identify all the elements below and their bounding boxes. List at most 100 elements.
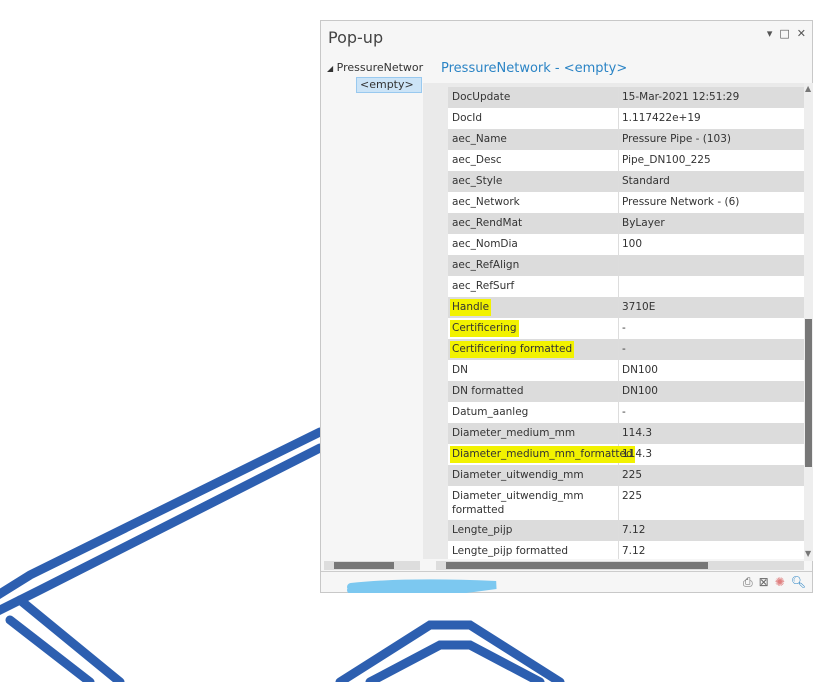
field-name: Handle — [448, 297, 619, 318]
field-label: aec_RendMat — [452, 217, 523, 229]
field-label: Diameter_uitwendig_mm formatted — [452, 490, 584, 516]
close-icon[interactable]: ✕ — [797, 27, 806, 40]
field-name: aec_RendMat — [448, 213, 619, 234]
table-row[interactable]: Lengte_pijp 7.12 — [448, 520, 804, 541]
dropdown-icon[interactable]: ▾ — [767, 27, 773, 40]
field-value: - — [622, 343, 626, 355]
field-name: Certificering formatted — [448, 339, 619, 360]
zoom-to-icon[interactable]: 🔍︎ — [791, 575, 806, 590]
table-row[interactable]: Diameter_uitwendig_mm formatted 225 — [448, 486, 804, 520]
table-row[interactable]: DN DN100 — [448, 360, 804, 381]
field-name: aec_Style — [448, 171, 619, 192]
field-label: Diameter_medium_mm — [452, 427, 576, 439]
field-value: DN100 — [622, 364, 658, 376]
feature-tree: ◢ PressureNetwor <empty> — [321, 57, 423, 557]
field-value: 7.12 — [622, 524, 646, 536]
table-row[interactable]: Handle 3710E — [448, 297, 804, 318]
field-value — [619, 255, 804, 276]
field-name: Diameter_medium_mm — [448, 423, 619, 444]
field-value: - — [622, 322, 626, 334]
field-label: aec_Name — [452, 133, 507, 145]
field-label: Diameter_medium_mm_formatted — [450, 446, 635, 463]
field-value: ByLayer — [622, 217, 665, 229]
tree-horizontal-scrollbar[interactable] — [324, 561, 420, 570]
field-label: aec_Desc — [452, 154, 502, 166]
field-name: aec_Desc — [448, 150, 619, 171]
field-value — [619, 276, 804, 297]
table-row[interactable]: aec_Network Pressure Network - (6) — [448, 192, 804, 213]
scroll-up-icon[interactable]: ▲ — [805, 84, 811, 93]
field-value: DN100 — [622, 385, 658, 397]
tree-scroll-thumb[interactable] — [334, 562, 394, 569]
field-value: 7.12 — [622, 545, 646, 557]
table-row[interactable]: DocUpdate 15-Mar-2021 12:51:29 — [448, 87, 804, 108]
field-label: aec_RefAlign — [452, 259, 520, 271]
popup-window: Pop-up ▾ □ ✕ ◢ PressureNetwor <empty> Pr… — [320, 20, 813, 593]
field-value: 225 — [622, 490, 643, 502]
horizontal-scroll-thumb[interactable] — [446, 562, 708, 569]
field-name: Lengte_pijp formatted — [448, 541, 619, 559]
field-label: DN — [452, 364, 468, 376]
tree-node-empty[interactable]: <empty> — [356, 77, 422, 93]
table-row[interactable]: Diameter_uitwendig_mm 225 — [448, 465, 804, 486]
field-name: DocId — [448, 108, 619, 129]
maximize-icon[interactable]: □ — [779, 27, 789, 40]
field-name: Diameter_uitwendig_mm — [448, 465, 619, 486]
field-label: Handle — [450, 299, 492, 316]
flash-icon[interactable]: ✺ — [775, 575, 785, 590]
table-row[interactable]: DocId 1.117422e+19 — [448, 108, 804, 129]
field-label: aec_Style — [452, 175, 503, 187]
table-row[interactable]: Lengte_pijp formatted 7.12 — [448, 541, 804, 559]
field-name: DocUpdate — [448, 87, 619, 108]
table-row[interactable]: Certificering formatted - — [448, 339, 804, 360]
table-row[interactable]: Certificering - — [448, 318, 804, 339]
field-label: aec_NomDia — [452, 238, 518, 250]
field-value: - — [622, 406, 626, 418]
field-value: 114.3 — [622, 427, 653, 439]
table-row[interactable]: Datum_aanleg - — [448, 402, 804, 423]
vertical-scrollbar[interactable]: ▲ ▼ — [804, 83, 813, 561]
field-name: DN — [448, 360, 619, 381]
field-name: Lengte_pijp — [448, 520, 619, 541]
table-row[interactable]: aec_Desc Pipe_DN100_225 — [448, 150, 804, 171]
table-row[interactable]: aec_Style Standard — [448, 171, 804, 192]
table-row[interactable]: DN formatted DN100 — [448, 381, 804, 402]
field-name: aec_Name — [448, 129, 619, 150]
table-row[interactable]: aec_RefAlign — [448, 255, 804, 276]
field-label: Lengte_pijp formatted — [452, 545, 569, 557]
field-value: Pressure Pipe - (103) — [622, 133, 732, 145]
filter-icon[interactable]: ⊠ — [759, 575, 769, 590]
table-row[interactable]: aec_Name Pressure Pipe - (103) — [448, 129, 804, 150]
redaction-scribble — [347, 579, 497, 593]
horizontal-scrollbar[interactable] — [436, 561, 804, 570]
field-name: aec_Network — [448, 192, 619, 213]
field-value: 1.117422e+19 — [622, 112, 701, 124]
field-label: Lengte_pijp — [452, 524, 513, 536]
vertical-scroll-thumb[interactable] — [805, 319, 812, 467]
field-name: Diameter_uitwendig_mm formatted — [448, 486, 619, 520]
field-label: DocUpdate — [452, 91, 511, 103]
field-name: aec_RefSurf — [448, 276, 619, 297]
scroll-down-icon[interactable]: ▼ — [805, 549, 811, 558]
field-name: aec_RefAlign — [448, 255, 619, 276]
table-row[interactable]: Diameter_medium_mm_formatted 114.3 — [448, 444, 804, 465]
print-icon[interactable]: ⎙ — [743, 575, 753, 590]
field-label: Datum_aanleg — [452, 406, 529, 418]
field-value: 15-Mar-2021 12:51:29 — [622, 91, 740, 103]
field-name: aec_NomDia — [448, 234, 619, 255]
tree-node-pressure-network[interactable]: ◢ PressureNetwor — [327, 61, 423, 74]
window-title: Pop-up — [328, 28, 384, 47]
collapse-icon[interactable]: ◢ — [327, 64, 333, 73]
field-label: DocId — [452, 112, 483, 124]
table-row[interactable]: Diameter_medium_mm 114.3 — [448, 423, 804, 444]
popup-footer: ⎙ ⊠ ✺ 🔍︎ — [321, 571, 812, 594]
field-value: 3710E — [622, 301, 656, 313]
table-row[interactable]: aec_NomDia 100 — [448, 234, 804, 255]
field-value: Pressure Network - (6) — [622, 196, 740, 208]
table-row[interactable]: aec_RendMat ByLayer — [448, 213, 804, 234]
field-value: Pipe_DN100_225 — [622, 154, 711, 166]
field-label: Certificering formatted — [450, 341, 575, 358]
field-label: DN formatted — [452, 385, 524, 397]
pipe — [0, 443, 325, 616]
table-row[interactable]: aec_RefSurf — [448, 276, 804, 297]
